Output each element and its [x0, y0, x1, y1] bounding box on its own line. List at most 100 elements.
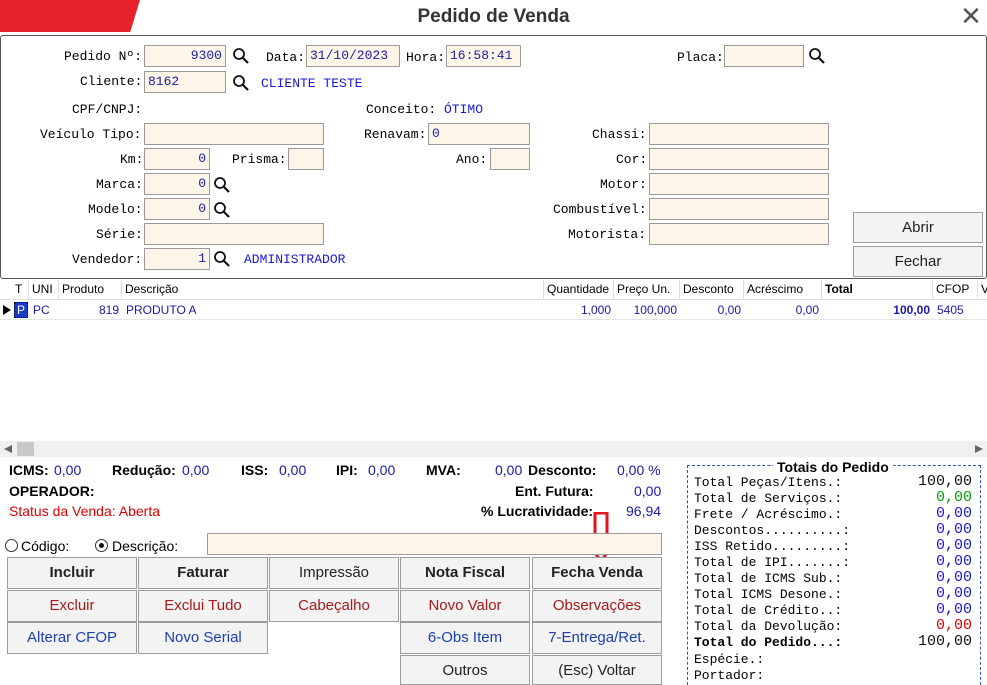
codigo-label: Código:: [21, 538, 70, 554]
row-produto: 819: [98, 303, 119, 317]
scroll-right-icon[interactable]: [975, 445, 983, 453]
modelo-label: Modelo:: [88, 202, 143, 217]
totais-pedido-label: Total do Pedido...:: [694, 635, 843, 650]
pedido-field[interactable]: 9300: [144, 45, 226, 67]
outros-button[interactable]: Outros: [400, 655, 530, 685]
obs-item-button[interactable]: 6-Obs Item: [400, 622, 530, 654]
col-uni[interactable]: UNI: [29, 280, 59, 300]
col-desconto[interactable]: Desconto: [680, 280, 744, 300]
table-row[interactable]: P PC 819 PRODUTO A 1,000 100,000 0,00 0,…: [0, 300, 987, 320]
chassi-field[interactable]: [649, 123, 829, 145]
col-cfop[interactable]: CFOP: [933, 280, 978, 300]
scroll-left-icon[interactable]: [4, 445, 12, 453]
motor-field[interactable]: [649, 173, 829, 195]
alterar-cfop-button[interactable]: Alterar CFOP: [7, 622, 137, 654]
incluir-button[interactable]: Incluir: [7, 557, 137, 589]
col-v[interactable]: V: [978, 280, 987, 300]
hora-field[interactable]: 16:58:41: [446, 45, 521, 67]
novo-serial-button[interactable]: Novo Serial: [138, 622, 268, 654]
conceito-value: ÓTIMO: [444, 102, 484, 117]
fecha-venda-button[interactable]: Fecha Venda: [532, 557, 662, 589]
totais-title: Totais do Pedido: [773, 459, 893, 475]
ano-field[interactable]: [490, 148, 530, 170]
prisma-field[interactable]: [288, 148, 324, 170]
cliente-search-icon[interactable]: [232, 74, 250, 95]
scroll-thumb[interactable]: [17, 442, 34, 456]
modelo-search-icon[interactable]: [213, 201, 231, 222]
desconto-label: Desconto:: [528, 462, 597, 478]
totais-pecas-value: 100,00: [917, 473, 972, 490]
close-button[interactable]: ✕: [957, 3, 985, 30]
totais-pedido-value: 100,00: [917, 633, 972, 650]
observacoes-button[interactable]: Observações: [532, 590, 662, 622]
vendedor-field[interactable]: 1: [144, 248, 210, 270]
marca-search-icon[interactable]: [213, 176, 231, 197]
col-quantidade[interactable]: Quantidade: [544, 280, 614, 300]
veiculo-tipo-field[interactable]: [144, 123, 324, 145]
motor-label: Motor:: [600, 177, 647, 192]
pedido-label: Pedido Nº:: [64, 49, 143, 64]
conceito-label: Conceito:: [366, 102, 437, 117]
row-uni: PC: [33, 303, 50, 317]
placa-search-icon[interactable]: [808, 47, 826, 68]
iss-label: ISS:: [241, 462, 269, 478]
cor-field[interactable]: [649, 148, 829, 170]
row-preco: 100,000: [633, 303, 677, 317]
faturar-button[interactable]: Faturar: [138, 557, 268, 589]
novo-valor-button[interactable]: Novo Valor: [400, 590, 530, 622]
pedido-search-icon[interactable]: [232, 47, 250, 68]
search-input[interactable]: [207, 533, 662, 555]
col-preco[interactable]: Preço Un.: [614, 280, 680, 300]
motorista-label: Motorista:: [568, 227, 647, 242]
totais-pecas-label: Total Peças/Itens.:: [694, 475, 843, 490]
cabecalho-button[interactable]: Cabeçalho: [269, 590, 399, 622]
fechar-button[interactable]: Fechar: [853, 246, 983, 277]
nota-fiscal-button[interactable]: Nota Fiscal: [400, 557, 530, 589]
col-produto[interactable]: Produto: [59, 280, 122, 300]
row-descricao: PRODUTO A: [126, 303, 197, 317]
impressao-button[interactable]: Impressão: [269, 557, 399, 589]
marca-field[interactable]: 0: [144, 173, 210, 195]
operador-label: OPERADOR:: [9, 483, 95, 499]
reducao-label: Redução:: [112, 462, 176, 478]
voltar-button[interactable]: (Esc) Voltar: [532, 655, 662, 685]
vendedor-name: ADMINISTRADOR: [244, 252, 346, 267]
entrega-button[interactable]: 7-Entrega/Ret.: [532, 622, 662, 654]
combustivel-field[interactable]: [649, 198, 829, 220]
codigo-radio[interactable]: [5, 539, 18, 552]
cliente-field[interactable]: 8162: [144, 71, 226, 93]
col-acrescimo[interactable]: Acréscimo: [744, 280, 822, 300]
cpf-label: CPF/CNPJ:: [72, 102, 143, 117]
renavam-label: Renavam:: [364, 127, 427, 142]
totais-descontos-value: 0,00: [935, 521, 972, 538]
vendedor-search-icon[interactable]: [213, 250, 231, 271]
col-total[interactable]: Total: [822, 280, 933, 300]
renavam-field[interactable]: 0: [428, 123, 530, 145]
row-desconto: 0,00: [717, 303, 741, 317]
modelo-field[interactable]: 0: [144, 198, 210, 220]
serie-field[interactable]: [144, 223, 324, 245]
totais-iss-label: ISS Retido.........:: [694, 539, 851, 554]
exclui-tudo-button[interactable]: Exclui Tudo: [138, 590, 268, 622]
totais-portador-label: Portador:: [694, 668, 765, 683]
data-field[interactable]: 31/10/2023: [306, 45, 400, 67]
ent-futura-value: 0,00: [634, 483, 662, 499]
excluir-button[interactable]: Excluir: [7, 590, 137, 622]
abrir-button[interactable]: Abrir: [853, 212, 983, 243]
totais-iss-value: 0,00: [935, 537, 972, 554]
totais-ipi-label: Total de IPI.......:: [694, 555, 851, 570]
col-t[interactable]: T: [12, 280, 29, 300]
col-descricao[interactable]: Descrição: [122, 280, 544, 300]
placa-label: Placa:: [677, 50, 724, 65]
totais-icms-des-value: 0,00: [935, 585, 972, 602]
row-pointer-icon: [3, 305, 11, 315]
placa-field[interactable]: [724, 45, 804, 67]
totais-ipi-value: 0,00: [935, 553, 972, 570]
prisma-label: Prisma:: [232, 152, 287, 167]
row-acrescimo: 0,00: [795, 303, 819, 317]
km-field[interactable]: 0: [144, 148, 210, 170]
descricao-radio[interactable]: [95, 539, 108, 552]
grid-horizontal-scrollbar[interactable]: [0, 441, 987, 457]
row-type-badge: P: [14, 302, 28, 318]
motorista-field[interactable]: [649, 223, 829, 245]
